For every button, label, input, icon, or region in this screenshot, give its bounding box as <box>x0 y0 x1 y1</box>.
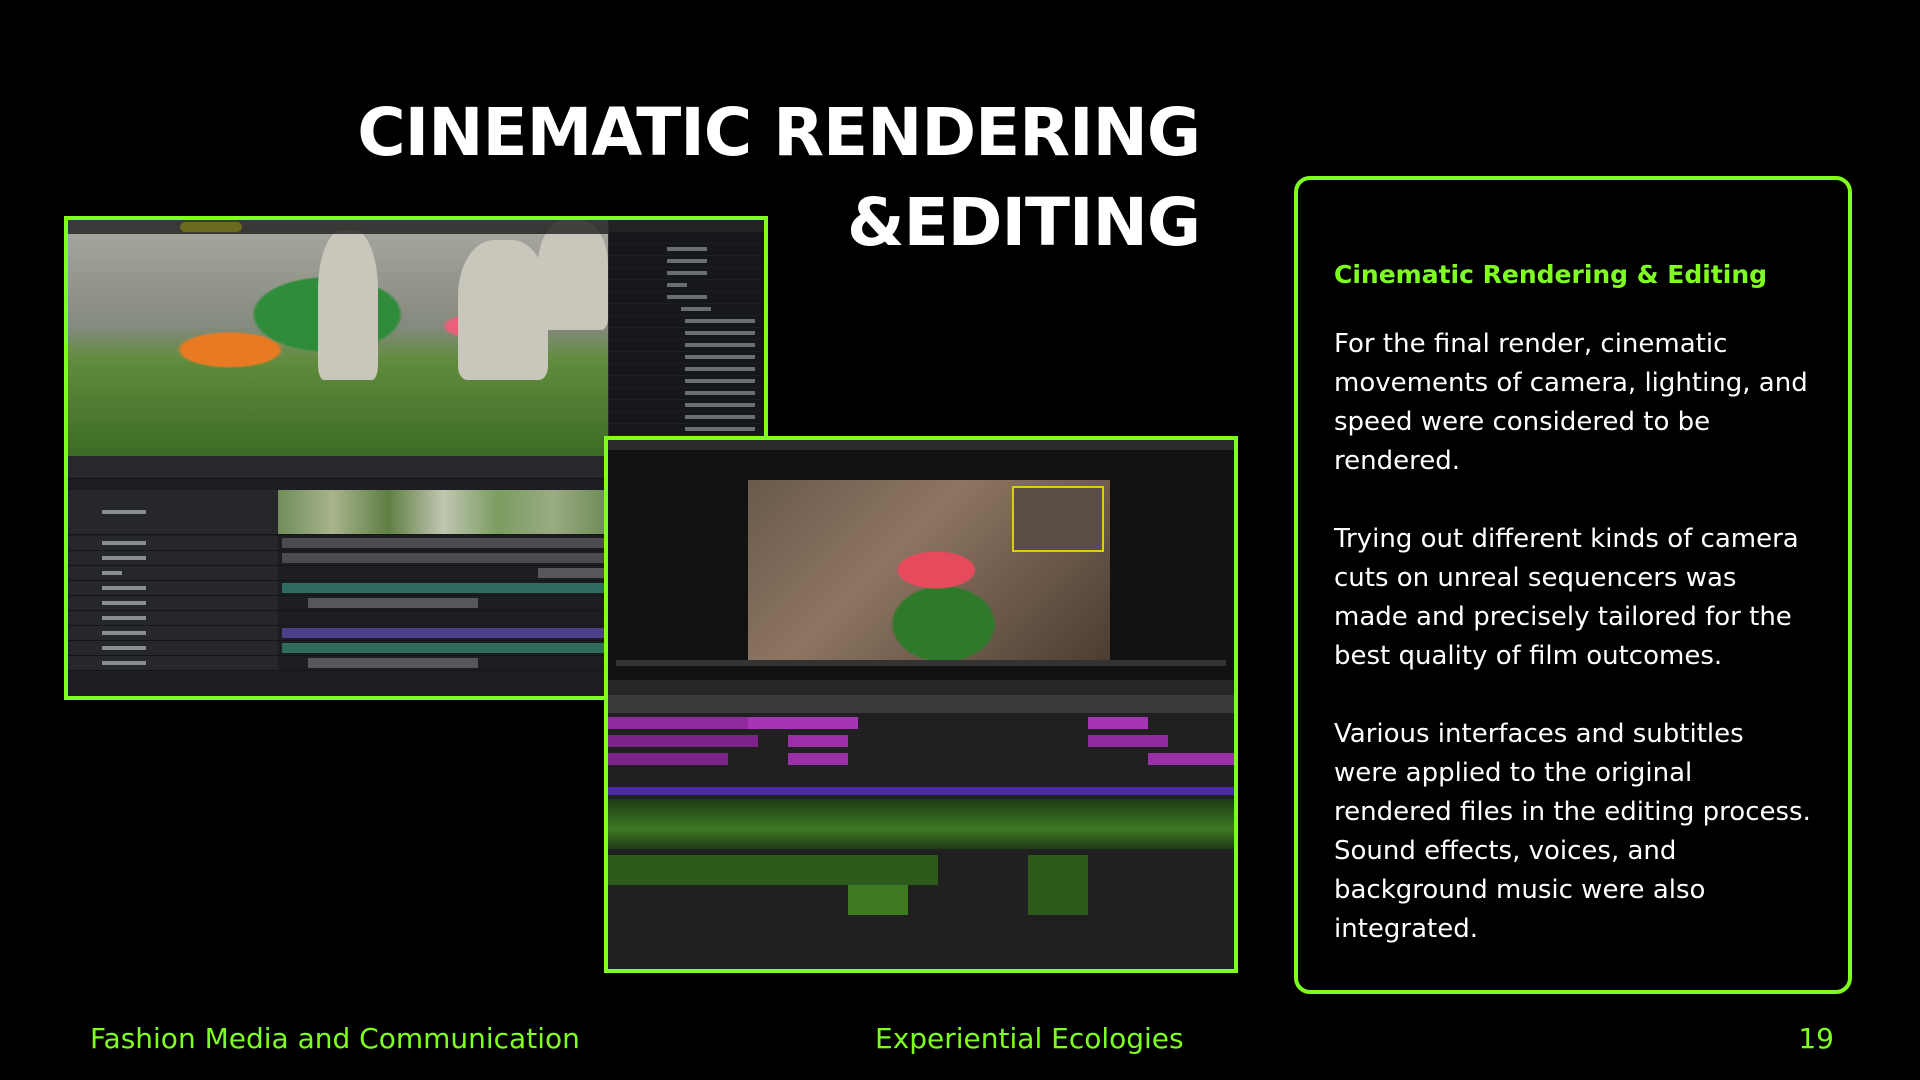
viewport-toolbar <box>68 220 608 234</box>
description-box: Cinematic Rendering & Editing For the fi… <box>1294 176 1852 994</box>
video-editor-screenshot <box>604 436 1238 973</box>
viewport-scene <box>68 220 608 456</box>
footer-course: Fashion Media and Communication <box>90 1022 580 1055</box>
outliner-panel <box>608 220 764 456</box>
page-number: 19 <box>1798 1022 1834 1055</box>
sequencer-panel <box>68 456 608 696</box>
title-line-1: CINEMATIC RENDERING <box>357 94 1201 171</box>
description-heading: Cinematic Rendering & Editing <box>1334 260 1768 289</box>
program-monitor <box>608 450 1234 680</box>
video-frame-preview <box>748 480 1110 660</box>
footer-project: Experiential Ecologies <box>875 1022 1184 1055</box>
editing-timeline <box>608 695 1234 969</box>
facecam-overlay <box>1012 486 1104 552</box>
description-paragraph-2: Trying out different kinds of camera cut… <box>1334 524 1799 671</box>
description-paragraph-3: Various interfaces and subtitles were ap… <box>1334 719 1811 944</box>
description-paragraph-1: For the final render, cinematic movement… <box>1334 329 1808 476</box>
